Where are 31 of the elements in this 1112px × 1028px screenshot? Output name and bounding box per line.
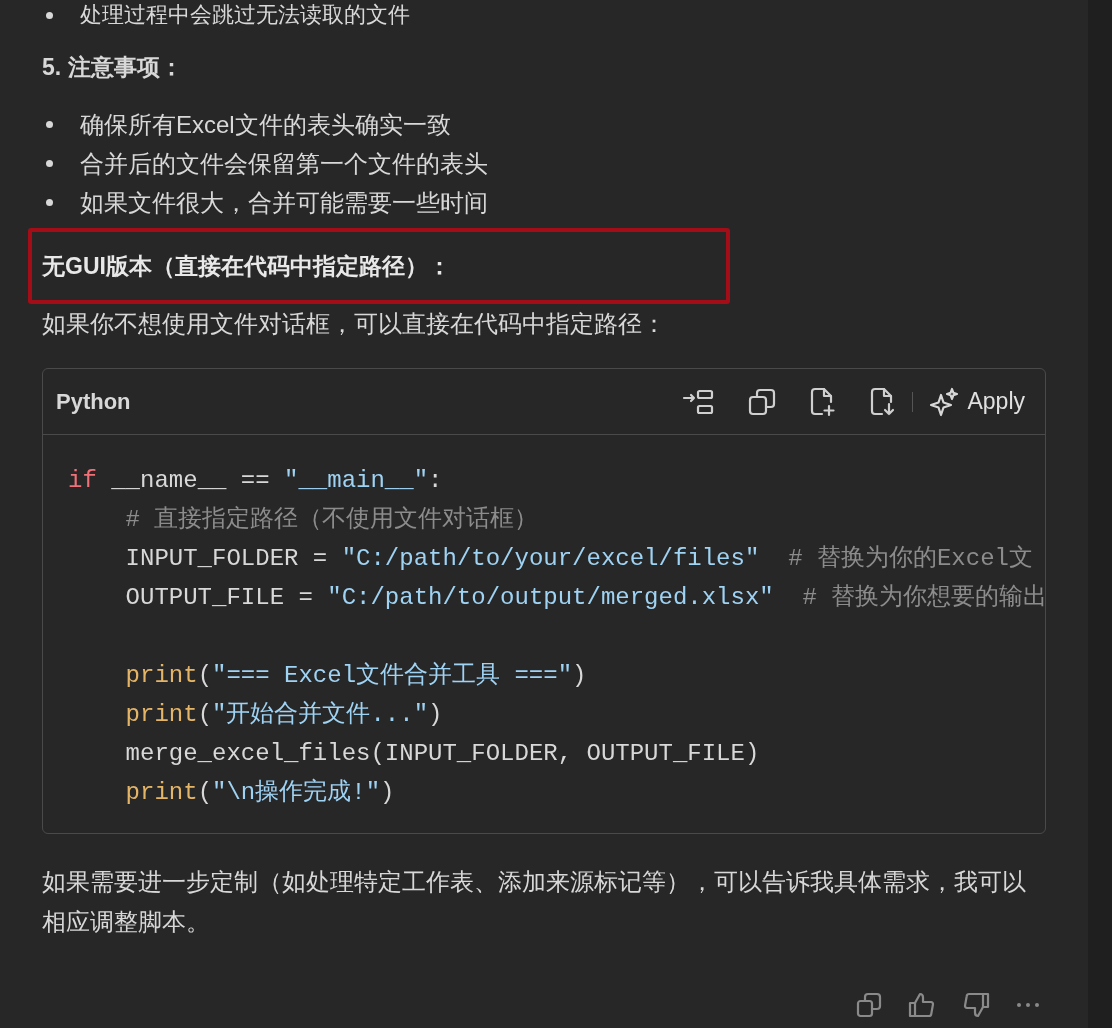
paragraph: 如果需要进一步定制（如处理特定工作表、添加来源标记等），可以告诉我具体需求，我可以相应调整脚本。 — [42, 867, 1027, 937]
code-line: INPUT_FOLDER = "C:/path/to/your/excel/files" # 替换为你的Excel文 — [124, 544, 1033, 574]
code-line: OUTPUT_FILE = "C:/path/to/output/merged.xlsx" # 替换为你想要的输出 — [124, 583, 1045, 613]
list-item-text: 处理过程中会跳过无法读取的文件 — [80, 1, 410, 29]
apply-button[interactable]: Apply — [929, 386, 1025, 417]
code-line: if __name__ == "__main__": — [68, 466, 443, 496]
sparkle-icon — [929, 386, 960, 417]
language-label: Python — [56, 388, 131, 415]
bullet-icon — [46, 11, 53, 19]
code-line: print("开始合并文件...") — [124, 700, 443, 730]
code-line: print("\n操作完成!") — [124, 777, 395, 808]
bullet-icon — [46, 160, 53, 167]
code-line: # 直接指定路径（不使用文件对话框） — [124, 505, 539, 535]
section-heading: 5. 注意事项： — [42, 53, 184, 82]
copy-icon[interactable] — [856, 992, 882, 1018]
file-download-icon[interactable] — [870, 386, 897, 417]
thumbs-down-icon[interactable] — [962, 992, 990, 1018]
bullet-icon — [46, 121, 53, 128]
list-item-text: 如果文件很大，合并可能需要一些时间 — [80, 187, 488, 218]
list-item-text: 合并后的文件会保留第一个文件的表头 — [80, 148, 488, 179]
copy-icon[interactable] — [748, 387, 777, 416]
more-icon[interactable] — [1016, 1002, 1040, 1008]
list-item-text: 确保所有Excel文件的表头确实一致 — [80, 109, 451, 140]
code-line: merge_excel_files(INPUT_FOLDER, OUTPUT_FILE) — [124, 739, 760, 769]
paragraph: 如果你不想使用文件对话框，可以直接在代码中指定路径： — [42, 309, 667, 339]
insert-icon[interactable] — [682, 388, 715, 415]
bullet-icon — [46, 199, 53, 206]
code-line: print("=== Excel文件合并工具 ===") — [124, 661, 587, 691]
subheading: 无GUI版本（直接在代码中指定路径）： — [42, 251, 451, 281]
thumbs-up-icon[interactable] — [908, 992, 936, 1018]
new-file-icon[interactable] — [810, 386, 837, 417]
